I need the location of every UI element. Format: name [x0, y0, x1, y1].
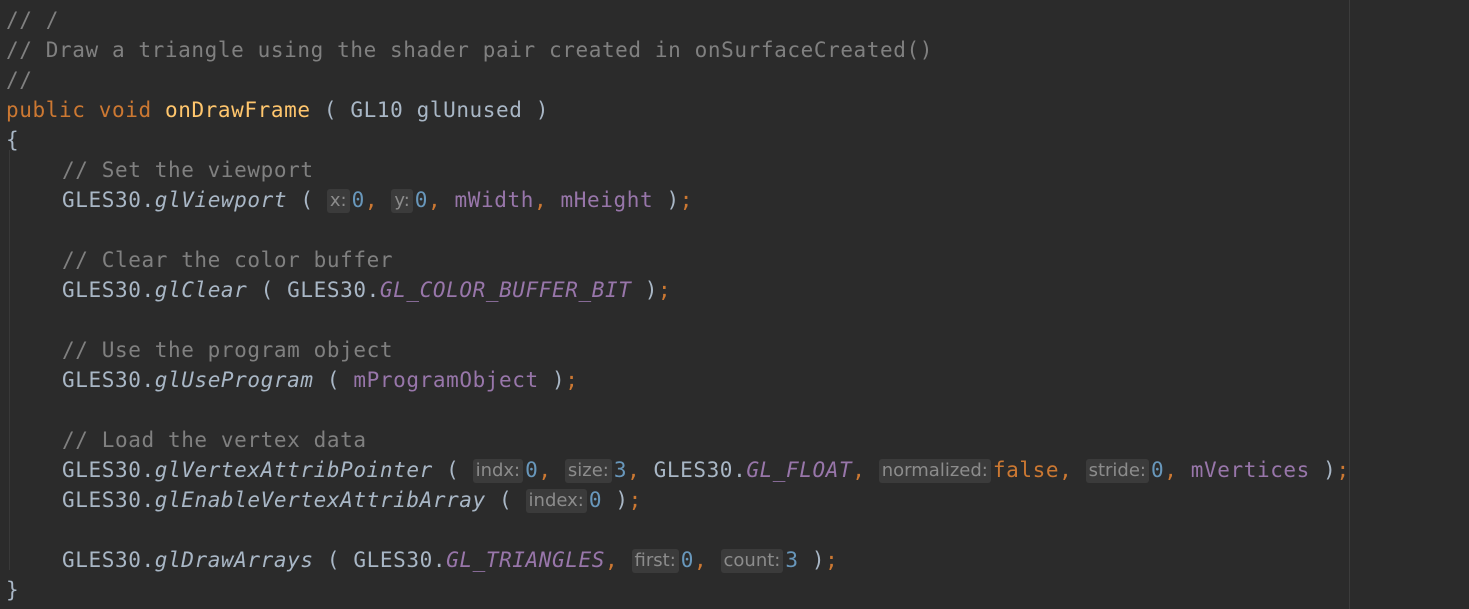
constant-ref: GL_COLOR_BUFFER_BIT — [379, 278, 632, 302]
class-ref: GLES30 — [62, 188, 142, 212]
code-line-glviewport[interactable]: GLES30.glViewport ( x: 0, y: 0, mWidth, mH… — [62, 185, 693, 215]
class-ref: GLES30 — [62, 488, 142, 512]
number: 3 — [785, 548, 799, 572]
right-margin-guide — [1349, 0, 1350, 609]
code-line-close-brace[interactable]: } — [6, 575, 19, 605]
keyword-void: void — [98, 98, 152, 122]
comment: // / — [6, 8, 59, 32]
class-ref: GLES30 — [62, 278, 142, 302]
param-hint: normalized: — [878, 459, 991, 483]
class-ref: GLES30 — [62, 548, 142, 572]
param-hint: stride: — [1085, 459, 1149, 483]
comment: // Draw a triangle using the shader pair… — [6, 38, 934, 62]
code-line-1[interactable]: // / — [6, 5, 59, 35]
code-line-method-signature[interactable]: public void onDrawFrame ( GL10 glUnused … — [6, 95, 549, 125]
close-brace: } — [6, 578, 20, 602]
number: 0 — [414, 188, 429, 212]
code-line-3[interactable]: // — [6, 65, 33, 95]
field-ref: mVertices — [1190, 458, 1310, 482]
code-line-comment-viewport[interactable]: // Set the viewport — [62, 155, 314, 185]
param-hint: index: — [525, 489, 587, 513]
number: 0 — [1150, 458, 1165, 482]
code-line-glenablevertexattribarray[interactable]: GLES30.glEnableVertexAttribArray ( index… — [62, 485, 642, 515]
class-ref: GLES30 — [62, 458, 142, 482]
method-call: glUseProgram — [154, 368, 314, 392]
param-hint: x: — [326, 189, 350, 213]
method-params: ( GL10 glUnused ) — [310, 98, 550, 122]
param-hint: size: — [564, 459, 612, 483]
number: 0 — [351, 188, 365, 212]
field-ref: mProgramObject — [353, 368, 539, 392]
code-line-comment-program[interactable]: // Use the program object — [62, 335, 393, 365]
comment: // Clear the color buffer — [62, 248, 394, 272]
comment: // — [6, 68, 33, 92]
comment: // Set the viewport — [62, 158, 314, 182]
number: 0 — [680, 548, 695, 572]
field-ref: mWidth — [454, 188, 534, 212]
constant-ref: GL_TRIANGLES — [446, 548, 606, 572]
number: 3 — [613, 458, 628, 482]
method-name: onDrawFrame — [164, 98, 311, 122]
keyword-public: public — [6, 98, 86, 122]
method-call: glDrawArrays — [154, 548, 314, 572]
constant-ref: GL_FLOAT — [746, 458, 853, 482]
number: 0 — [525, 458, 539, 482]
code-line-glclear[interactable]: GLES30.glClear ( GLES30.GL_COLOR_BUFFER_… — [62, 275, 671, 305]
method-call: glVertexAttribPointer — [154, 458, 433, 482]
method-call: glEnableVertexAttribArray — [154, 488, 486, 512]
code-editor[interactable]: // / // Draw a triangle using the shader… — [0, 0, 1469, 609]
code-line-comment-clear[interactable]: // Clear the color buffer — [62, 245, 393, 275]
open-brace: { — [6, 128, 20, 152]
field-ref: mHeight — [560, 188, 654, 212]
code-line-gluseprogram[interactable]: GLES30.glUseProgram ( mProgramObject ); — [62, 365, 579, 395]
code-line-comment-vertex[interactable]: // Load the vertex data — [62, 425, 367, 455]
code-line-open-brace[interactable]: { — [6, 125, 19, 155]
indent-guide — [9, 150, 10, 570]
comment: // Load the vertex data — [62, 428, 367, 452]
class-ref: GLES30 — [353, 548, 433, 572]
param-hint: first: — [631, 549, 679, 573]
class-ref: GLES30 — [287, 278, 367, 302]
code-line-gldrawarrays[interactable]: GLES30.glDrawArrays ( GLES30.GL_TRIANGLE… — [62, 545, 838, 575]
comment: // Use the program object — [62, 338, 394, 362]
code-line-glvertexattribpointer[interactable]: GLES30.glVertexAttribPointer ( indx: 0, s… — [62, 455, 1350, 485]
param-hint: y: — [391, 189, 413, 213]
keyword-false: false — [992, 458, 1060, 482]
param-hint: indx: — [472, 459, 524, 483]
method-call: glViewport — [154, 188, 288, 212]
code-line-2[interactable]: // Draw a triangle using the shader pair… — [6, 35, 933, 65]
param-hint: count: — [720, 549, 784, 573]
method-call: glClear — [154, 278, 248, 302]
class-ref: GLES30 — [62, 368, 142, 392]
number: 0 — [588, 488, 603, 512]
class-ref: GLES30 — [653, 458, 734, 482]
